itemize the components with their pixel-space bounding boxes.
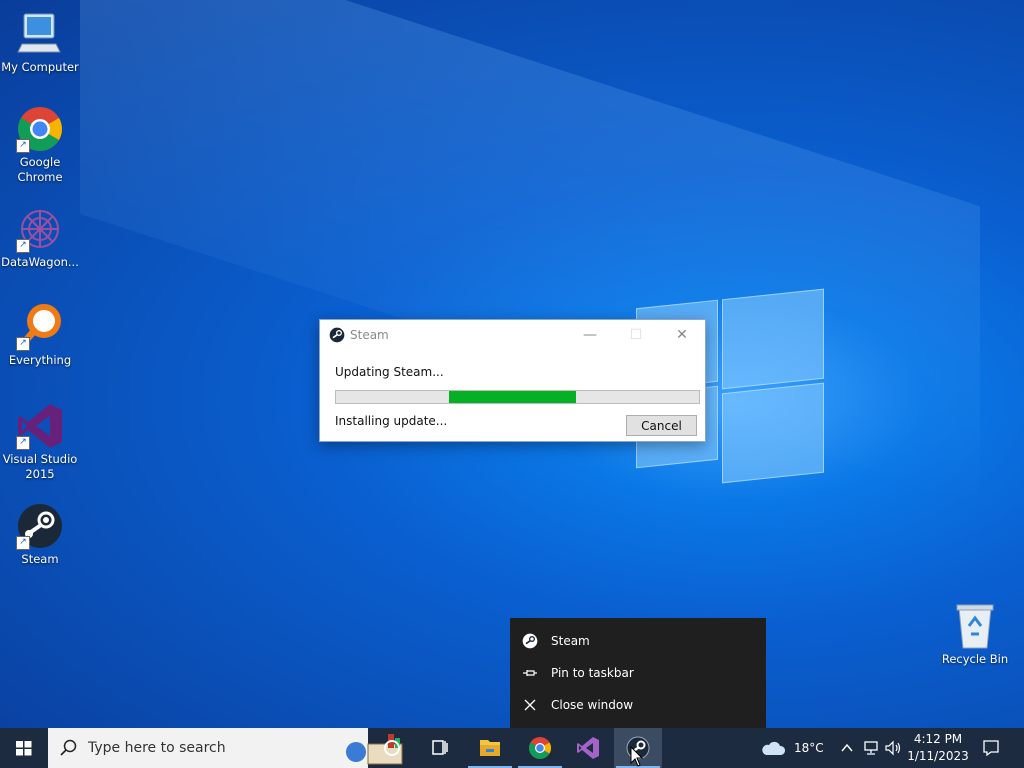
shortcut-arrow-icon: ↗ <box>16 139 30 153</box>
search-icon <box>60 739 77 756</box>
desktop-icon-label: DataWagon... <box>1 255 79 269</box>
jumplist-item-close-window[interactable]: Close window <box>510 690 766 720</box>
desktop-icon-everything[interactable]: ↗ Everything <box>0 303 80 368</box>
visual-studio-icon <box>577 737 599 759</box>
computer-icon <box>16 10 64 58</box>
desktop-icon-recycle-bin[interactable]: Recycle Bin <box>935 602 1015 667</box>
minimize-icon: — <box>583 327 597 343</box>
taskbar: Type here to search 18°C 4:12 PM 1/11/20… <box>0 728 1024 768</box>
desktop-icon-label: Steam <box>21 552 59 566</box>
desktop-icon-label: My Computer <box>1 60 79 74</box>
cortana-icon <box>384 740 400 756</box>
desktop-icon-steam[interactable]: ↗ Steam <box>0 502 80 567</box>
progress-fill <box>448 391 576 403</box>
close-icon <box>522 697 538 713</box>
everything-search-icon: ↗ <box>16 303 64 351</box>
dialog-status: Installing update... <box>335 414 448 428</box>
desktop-icon-label: Google Chrome <box>17 155 63 184</box>
dialog-message: Updating Steam... <box>335 365 444 379</box>
shortcut-arrow-icon: ↗ <box>16 536 30 550</box>
pin-icon <box>522 665 538 681</box>
maximize-button: ☐ <box>613 320 659 350</box>
folder-icon <box>480 740 500 756</box>
clock-date: 1/11/2023 <box>907 749 969 763</box>
taskbar-search-box[interactable]: Type here to search <box>48 728 403 768</box>
taskbar-visual-studio[interactable] <box>564 728 612 768</box>
desktop-icon-my-computer[interactable]: My Computer <box>0 10 80 75</box>
cortana-button[interactable] <box>368 728 416 768</box>
jumplist-label: Steam <box>551 634 590 648</box>
network-icon[interactable] <box>862 740 880 756</box>
clock[interactable]: 4:12 PM 1/11/2023 <box>906 728 970 768</box>
visual-studio-icon: ↗ <box>16 402 64 450</box>
chevron-up-icon[interactable] <box>840 741 854 755</box>
task-view-icon <box>432 740 448 755</box>
chrome-icon: ↗ <box>16 105 64 153</box>
steam-icon <box>522 633 538 649</box>
desktop-icon-label: Everything <box>8 353 72 367</box>
chrome-icon <box>529 737 551 759</box>
weather-temperature[interactable]: 18°C <box>794 741 824 755</box>
desktop-icon-visual-studio[interactable]: ↗ Visual Studio 2015 <box>0 402 80 482</box>
clock-time: 4:12 PM <box>913 732 963 746</box>
shortcut-arrow-icon: ↗ <box>16 337 30 351</box>
notification-icon[interactable] <box>982 739 1000 757</box>
recycle-bin-icon <box>951 602 999 650</box>
desktop-icon-label: Visual Studio 2015 <box>2 452 78 481</box>
steam-icon <box>329 327 345 346</box>
jumplist-label: Close window <box>551 698 634 712</box>
jumplist-label: Pin to taskbar <box>551 666 634 680</box>
close-icon: ✕ <box>676 327 688 343</box>
dialog-title: Steam <box>350 328 389 342</box>
search-placeholder: Type here to search <box>88 740 226 756</box>
dialog-titlebar[interactable]: Steam — ☐ ✕ <box>320 320 705 350</box>
volume-icon[interactable] <box>884 740 902 756</box>
jumplist-item-pin-to-taskbar[interactable]: Pin to taskbar <box>510 658 766 688</box>
shortcut-arrow-icon: ↗ <box>16 436 30 450</box>
steam-jump-list: Steam Pin to taskbar Close window <box>510 618 766 728</box>
shortcut-arrow-icon: ↗ <box>16 239 30 253</box>
taskbar-chrome[interactable] <box>516 728 564 768</box>
maximize-icon: ☐ <box>629 327 643 343</box>
start-button[interactable] <box>0 728 48 768</box>
close-button[interactable]: ✕ <box>659 320 705 350</box>
task-view-button[interactable] <box>416 728 464 768</box>
cloud-weather-icon[interactable] <box>760 739 786 757</box>
steam-icon: ↗ <box>16 502 64 550</box>
desktop-icon-datawagon[interactable]: ↗ DataWagon... <box>0 205 80 270</box>
minimize-button[interactable]: — <box>567 320 613 350</box>
update-progress-bar <box>335 390 700 404</box>
windows-start-icon <box>16 741 32 756</box>
desktop-icon-google-chrome[interactable]: ↗ Google Chrome <box>0 105 80 185</box>
taskbar-file-explorer[interactable] <box>466 728 514 768</box>
jumplist-item-steam[interactable]: Steam <box>510 626 766 656</box>
desktop-icon-label: Recycle Bin <box>941 652 1009 666</box>
steam-update-dialog: Steam — ☐ ✕ Updating Steam... Installing… <box>319 319 706 442</box>
cancel-button[interactable]: Cancel <box>626 415 697 436</box>
mouse-cursor-icon <box>630 746 644 767</box>
datawagon-icon: ↗ <box>16 205 64 253</box>
